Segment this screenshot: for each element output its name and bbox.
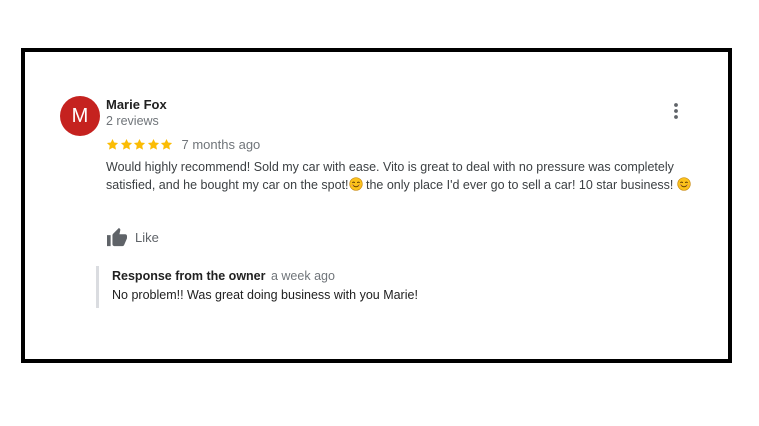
review-card: M Marie Fox 2 reviews 7 months ago Would… xyxy=(21,48,732,363)
owner-response-title: Response from the owner xyxy=(112,269,266,283)
smiling-face-emoji-icon xyxy=(348,177,363,191)
like-button[interactable]: Like xyxy=(106,226,159,248)
thumbs-up-icon xyxy=(106,227,128,247)
like-label: Like xyxy=(135,229,159,245)
star-rating xyxy=(106,138,174,151)
star-icon xyxy=(106,138,119,151)
star-icon xyxy=(147,138,160,151)
review-count[interactable]: 2 reviews xyxy=(106,114,159,128)
star-icon xyxy=(120,138,133,151)
rating-row: 7 months ago xyxy=(106,136,260,152)
review-text: Would highly recommend! Sold my car with… xyxy=(106,158,706,194)
reviewer-name[interactable]: Marie Fox xyxy=(106,97,167,112)
owner-response-text: No problem!! Was great doing business wi… xyxy=(112,288,418,302)
more-vert-icon xyxy=(668,100,684,122)
review-time: 7 months ago xyxy=(181,136,261,152)
owner-response-header: Response from the owner a week ago xyxy=(112,269,335,283)
avatar[interactable]: M xyxy=(60,96,100,136)
more-options-button[interactable] xyxy=(668,100,684,122)
star-icon xyxy=(133,138,146,151)
owner-response: Response from the owner a week ago No pr… xyxy=(96,266,699,308)
star-icon xyxy=(160,138,173,151)
smiling-face-emoji-icon xyxy=(677,177,691,191)
owner-response-time: a week ago xyxy=(270,269,335,283)
review-text-part-2: the only place I'd ever go to sell a car… xyxy=(362,178,674,192)
